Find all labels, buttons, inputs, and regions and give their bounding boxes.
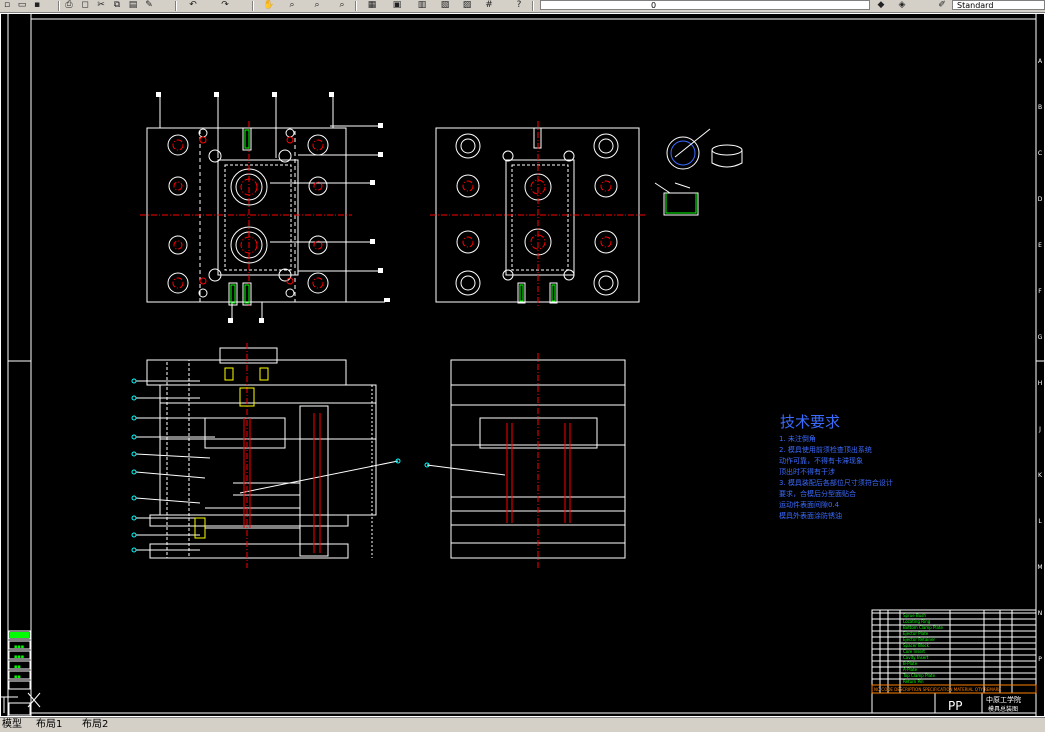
new-file-icon[interactable]: ▫ [0, 0, 14, 11]
bom-row-text: Bottom Clamp Plate [903, 625, 944, 630]
border-letter: H [1038, 380, 1043, 387]
zoom-previous-icon[interactable]: ⌕ [335, 0, 349, 11]
border-letter: A [1038, 58, 1043, 65]
layer-manager-icon[interactable]: ◈ [895, 0, 909, 11]
tech-note: 3. 模具装配后各部位尺寸须符合设计 [779, 478, 893, 487]
properties-icon[interactable]: ▦ [365, 0, 379, 11]
plan-view-fixed-half [147, 97, 385, 323]
tech-note: 顶出时不得有干涉 [779, 467, 835, 476]
bom-row-text: Sprue Bush [903, 613, 926, 618]
bom-grid [872, 613, 1036, 679]
material-label: PP [948, 699, 962, 713]
tech-title: 技术要求 [780, 413, 840, 431]
border-letter: D [1038, 196, 1043, 203]
border-letter: G [1038, 334, 1043, 341]
markup-icon[interactable]: ▧ [438, 0, 452, 11]
save-icon[interactable]: ▪ [30, 0, 44, 11]
bom-row-text: Ejector Retainer [903, 637, 935, 642]
plan-view-centerlines [140, 121, 352, 308]
zoom-realtime-icon[interactable]: ⌕ [285, 0, 299, 11]
border-letter: P [1038, 656, 1042, 663]
open-icon[interactable]: ▭ [15, 0, 29, 11]
help-icon[interactable]: ? [512, 0, 526, 11]
drawing-canvas[interactable]: ABCDEFGHJKLMNP ▪▪▪▪▪▪▪▪▪▪ [0, 13, 1045, 717]
svg-text:▪▪: ▪▪ [14, 674, 21, 680]
pan-icon[interactable]: ✋ [262, 0, 276, 11]
border-letter: J [1038, 426, 1041, 433]
bom-row-text: Spacer Block [903, 643, 930, 648]
plan-view-green [231, 130, 249, 303]
plan-view-markers [156, 92, 390, 323]
bom-header-text: NO CODE DESCRIPTION SPECIFICATION MATERI… [874, 687, 1001, 692]
text-style-value: Standard [957, 1, 993, 10]
border-letter: E [1038, 242, 1042, 249]
border-letter: M [1037, 564, 1042, 571]
calculator-icon[interactable]: ▨ [460, 0, 474, 11]
section-leaders [136, 381, 398, 558]
tool-palettes-icon[interactable]: ▥ [415, 0, 429, 11]
layout1-tab[interactable]: 布局1 [36, 719, 62, 731]
copy-icon[interactable]: ⧉ [110, 0, 124, 11]
border-letter: N [1038, 610, 1043, 617]
layout-tabs-bar: 模型 布局1 布局2 [0, 717, 1045, 732]
part-detail-green [666, 193, 696, 213]
layer-dropdown[interactable]: 0 [540, 0, 870, 10]
undo-icon[interactable]: ↶ [186, 0, 200, 11]
paste-icon[interactable]: ▤ [126, 0, 140, 11]
text-style-icon[interactable]: ✐ [935, 0, 949, 11]
border-letter: F [1038, 288, 1042, 295]
tech-note: 动作可靠，不得有卡滞现象 [779, 456, 863, 465]
bom-row-text: Locating Ring [903, 619, 931, 624]
preview-icon[interactable]: ◻ [78, 0, 92, 11]
tech-note: 2. 模具使用前须检查顶出系统 [779, 445, 872, 454]
bom-row-text: Top Clamp Plate [902, 673, 936, 678]
section-view-b [427, 360, 625, 558]
match-properties-icon[interactable]: ✎ [142, 0, 156, 11]
bom-row-text: Core Insert [903, 649, 925, 654]
plan-view-pins [200, 137, 293, 284]
bom-row-text: A-Plate [903, 667, 918, 672]
bom-row-text: B-Plate [903, 661, 918, 666]
design-center-icon[interactable]: ▣ [390, 0, 404, 11]
drawing-svg: ABCDEFGHJKLMNP ▪▪▪▪▪▪▪▪▪▪ [0, 13, 1045, 717]
redo-icon[interactable]: ↷ [218, 0, 232, 11]
border-letter: C [1038, 150, 1042, 157]
print-icon[interactable]: ⎙ [62, 0, 76, 11]
model-tab[interactable]: 模型 [2, 719, 22, 731]
tech-note: 模具外表面涂防锈油 [779, 511, 842, 520]
svg-text:▪▪▪: ▪▪▪ [14, 654, 24, 660]
svg-text:▪▪▪: ▪▪▪ [14, 644, 24, 650]
drawing-name: 模具总装图 [988, 705, 1018, 713]
part-detail [655, 129, 742, 215]
border-letter: B [1038, 104, 1042, 111]
border-letter: K [1038, 472, 1043, 479]
bom-row-text: Return Pin [903, 679, 924, 684]
zoom-window-icon[interactable]: ⌕ [310, 0, 324, 11]
section-yellow-parts [195, 368, 268, 538]
tech-note: 1. 未注倒角 [779, 434, 816, 443]
tech-requirements: 技术要求 1. 未注倒角 2. 模具使用前须检查顶出系统 动作可靠，不得有卡滞现象… [779, 413, 893, 520]
svg-text:▪▪: ▪▪ [14, 664, 21, 670]
layer-value: 0 [651, 1, 656, 10]
school-label: 中原工学院 [986, 695, 1021, 704]
bom-row-text: Cavity Insert [903, 655, 929, 660]
text-style-dropdown[interactable]: Standard [952, 0, 1045, 10]
tech-note: 运动件表面间隙0.4 [779, 500, 840, 509]
title-block-text: PP 中原工学院 模具总装图 [948, 695, 1021, 713]
bom-row-text: Ejector Plate [903, 631, 929, 636]
cut-icon[interactable]: ✂ [94, 0, 108, 11]
standard-toolbar: ▫ ▭ ▪ ⎙ ◻ ✂ ⧉ ▤ ✎ ↶ ↷ ✋ ⌕ ⌕ ⌕ ▦ ▣ ▥ ▧ ▨ … [0, 0, 1045, 13]
border-letter: L [1038, 518, 1042, 525]
layout2-tab[interactable]: 布局2 [82, 719, 108, 731]
tech-note: 要求，合模后分型面贴合 [779, 489, 856, 498]
layer-state-icon[interactable]: ◆ [874, 0, 888, 11]
grid-icon[interactable]: # [482, 0, 496, 11]
